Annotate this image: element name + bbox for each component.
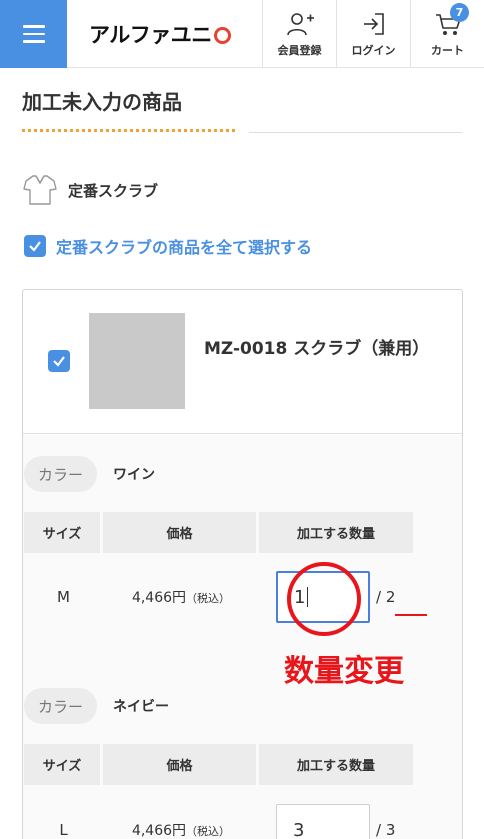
cart-count-badge: 7 [450, 3, 469, 22]
header-price: 価格 [103, 512, 256, 553]
row-size: L [59, 821, 68, 839]
select-all-check-icon[interactable] [24, 235, 46, 257]
tax-label: （税込） [186, 825, 231, 838]
title-dotted-underline [22, 129, 235, 132]
table-row: L 4,466円（税込） 3 / 3 [24, 804, 413, 839]
variant-table-header: サイズ 価格 加工する数量 [24, 512, 413, 553]
quantity-value: 3 [293, 819, 305, 839]
color-row: カラー ワイン [24, 456, 155, 492]
user-plus-icon [286, 13, 314, 36]
annotation-circle [287, 562, 361, 636]
header-price: 価格 [103, 744, 256, 785]
cart-label: カート [431, 44, 464, 57]
row-price: 4,466円（税込） [103, 820, 259, 839]
login-icon [363, 13, 384, 35]
select-all-checkbox[interactable]: 定番スクラブの商品を全て選択する [24, 234, 312, 258]
quantity-input[interactable]: 3 [276, 804, 370, 839]
menu-bar [22, 40, 45, 43]
quantity-max: / 2 [376, 588, 396, 606]
scrub-shirt-icon [23, 175, 57, 205]
login-button[interactable]: ログイン [336, 0, 410, 68]
category-heading: 定番スクラブ [22, 173, 158, 207]
header-size: サイズ [24, 744, 100, 785]
product-checkbox[interactable] [48, 350, 70, 372]
hamburger-menu-button[interactable] [0, 0, 67, 68]
row-size: M [57, 588, 70, 606]
select-all-label[interactable]: 定番スクラブの商品を全て選択する [56, 234, 312, 258]
annotation-underline [395, 614, 427, 616]
menu-bar [22, 32, 45, 36]
logo-text: アルファユニ [89, 23, 212, 47]
price-value: 4,466円 [131, 590, 187, 606]
check-icon [53, 356, 65, 367]
menu-bar [22, 25, 45, 28]
color-row: カラー ネイビー [24, 688, 169, 724]
price-value: 4,466円 [131, 823, 187, 839]
logo-mark-icon [213, 26, 231, 44]
header-size: サイズ [24, 512, 100, 553]
login-label: ログイン [351, 44, 396, 57]
cart-button[interactable]: カート 7 [410, 0, 484, 68]
title-divider [249, 132, 462, 133]
header-qty: 加工する数量 [259, 512, 413, 553]
site-logo[interactable]: アルファユニ [67, 0, 262, 68]
page-title: 加工未入力の商品 [22, 90, 182, 114]
product-name: MZ-0018 スクラブ（兼用） [204, 339, 430, 359]
site-header: アルファユニ 会員登録 ログイン カート 7 [0, 0, 484, 68]
annotation-text: 数量変更 [284, 654, 404, 689]
color-value: ネイビー [113, 699, 170, 715]
quantity-max: / 3 [376, 821, 396, 839]
variant-table-header: サイズ 価格 加工する数量 [24, 744, 413, 785]
product-header: MZ-0018 スクラブ（兼用） [23, 290, 462, 434]
color-value: ワイン [113, 467, 156, 483]
register-label: 会員登録 [277, 44, 322, 57]
product-thumbnail [89, 313, 185, 409]
color-label-pill: カラー [24, 688, 98, 724]
row-price: 4,466円（税込） [103, 587, 259, 607]
tax-label: （税込） [186, 592, 231, 605]
color-label-pill: カラー [24, 456, 98, 492]
qty-cell: 3 / 3 [259, 804, 413, 839]
category-label: 定番スクラブ [68, 181, 159, 200]
header-qty: 加工する数量 [259, 744, 413, 785]
register-button[interactable]: 会員登録 [262, 0, 336, 68]
